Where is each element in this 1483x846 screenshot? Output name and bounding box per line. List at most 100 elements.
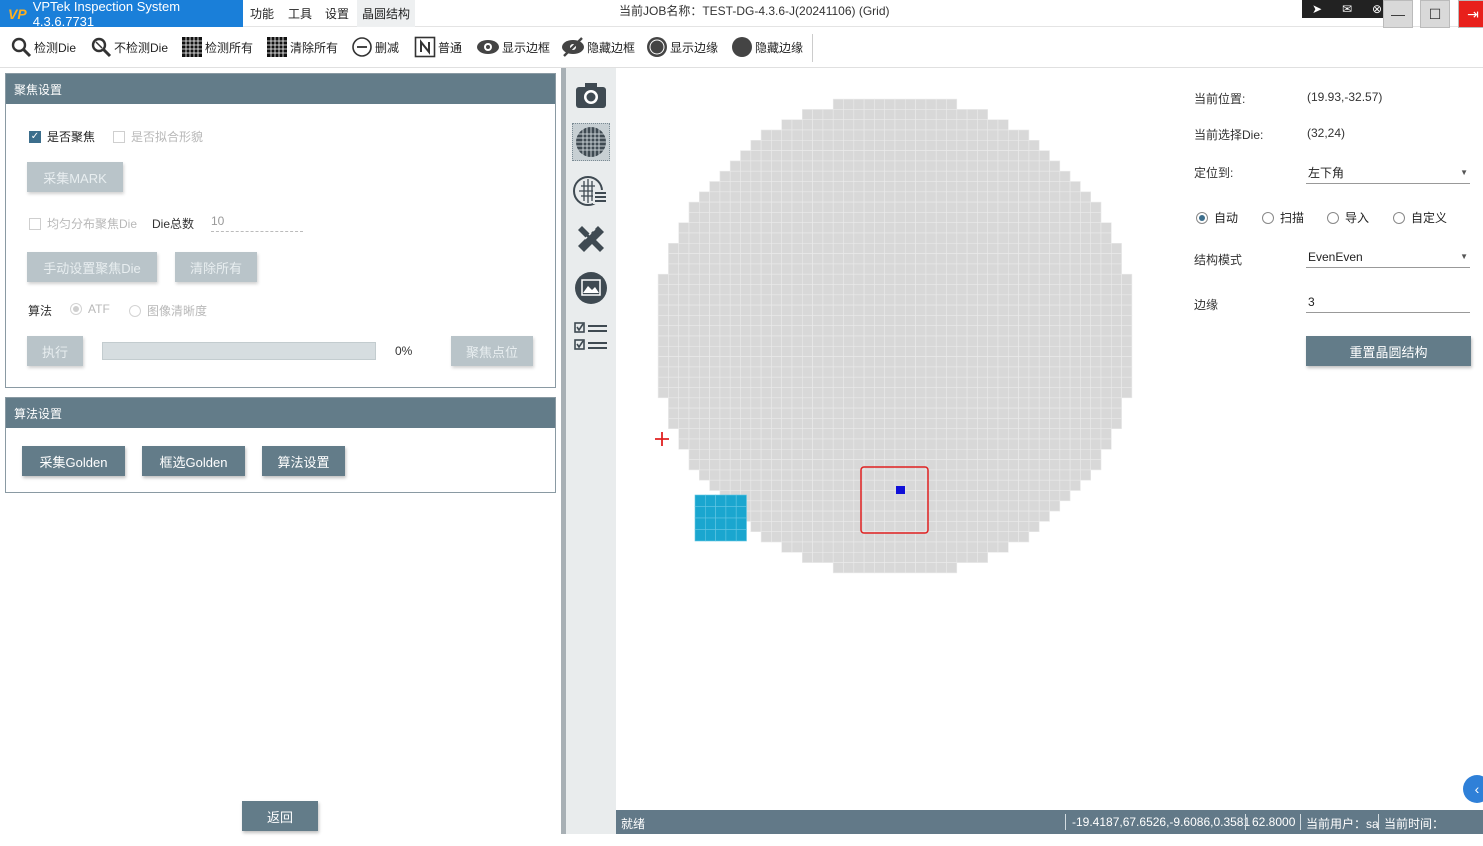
die-cell[interactable] [915,479,927,491]
die-cell[interactable] [812,459,824,471]
die-cell[interactable] [1038,366,1050,378]
die-cell[interactable] [750,356,762,368]
wafer-list-icon[interactable] [572,172,610,210]
die-cell[interactable] [812,397,824,409]
die-cell[interactable] [832,150,844,162]
die-cell[interactable] [915,387,927,399]
die-cell[interactable] [987,490,999,502]
die-cell[interactable] [1080,376,1091,388]
die-cell[interactable] [709,191,721,203]
die-cell[interactable] [822,376,834,388]
die-cell[interactable] [729,459,741,471]
die-cell[interactable] [1018,335,1030,347]
die-cell[interactable] [853,521,865,532]
die-cell[interactable] [863,201,875,213]
die-cell[interactable] [1038,469,1050,481]
die-cell[interactable] [729,232,741,244]
die-cell[interactable] [997,315,1009,326]
die-cell[interactable] [832,284,844,296]
die-cell[interactable] [750,222,762,234]
die-cell[interactable] [678,325,690,337]
die-cell[interactable] [843,263,855,275]
die-cell[interactable] [946,284,958,296]
die-cell[interactable] [781,490,793,502]
die-cell[interactable] [853,438,865,450]
die-cell[interactable] [791,232,803,244]
die-cell[interactable] [987,541,999,553]
die-cell[interactable] [812,243,824,254]
selected-die-cell[interactable] [694,506,706,519]
die-cell[interactable] [997,263,1009,275]
die-cell[interactable] [966,376,978,388]
die-cell[interactable] [802,490,813,502]
die-cell[interactable] [791,294,803,306]
die-cell[interactable] [966,541,978,553]
die-cell[interactable] [1038,438,1050,450]
die-cell[interactable] [863,438,875,450]
die-cell[interactable] [802,335,813,347]
die-cell[interactable] [915,263,927,275]
die-cell[interactable] [904,129,916,141]
die-cell[interactable] [987,335,999,347]
die-cell[interactable] [966,366,978,378]
die-cell[interactable] [1049,335,1061,347]
menu-function[interactable]: 功能 [250,0,274,27]
die-cell[interactable] [781,119,793,131]
die-cell[interactable] [904,201,916,213]
die-cell[interactable] [874,428,885,440]
die-cell[interactable] [709,181,721,193]
die-cell[interactable] [894,170,906,182]
die-cell[interactable] [688,345,700,357]
die-cell[interactable] [791,479,803,491]
die-cell[interactable] [853,98,865,110]
die-cell[interactable] [1028,397,1040,409]
die-cell[interactable] [822,479,834,491]
die-cell[interactable] [760,397,772,409]
die-cell[interactable] [946,541,958,553]
die-cell[interactable] [894,273,906,285]
die-cell[interactable] [750,345,762,357]
die-cell[interactable] [935,438,947,450]
die-cell[interactable] [997,541,1009,553]
die-cell[interactable] [894,551,906,563]
die-cell[interactable] [1069,284,1081,296]
die-cell[interactable] [1049,500,1061,512]
die-cell[interactable] [935,490,947,502]
die-cell[interactable] [1059,448,1071,460]
die-cell[interactable] [1090,459,1102,471]
die-cell[interactable] [956,459,968,471]
die-cell[interactable] [832,109,844,121]
die-cell[interactable] [678,315,690,326]
die-cell[interactable] [760,170,772,182]
die-cell[interactable] [832,160,844,172]
die-cell[interactable] [1059,345,1071,357]
die-cell[interactable] [802,140,813,151]
die-cell[interactable] [729,222,741,234]
die-cell[interactable] [863,232,875,244]
die-cell[interactable] [874,356,885,368]
die-cell[interactable] [977,160,988,172]
die-cell[interactable] [1080,212,1091,223]
die-cell[interactable] [977,345,988,357]
die-cell[interactable] [1018,376,1030,388]
die-cell[interactable] [1018,448,1030,460]
die-cell[interactable] [987,181,999,193]
die-cell[interactable] [832,232,844,244]
die-cell[interactable] [997,521,1009,532]
die-cell[interactable] [1028,418,1040,429]
fit-topography-checkbox[interactable]: 是否拟合形貌 [113,128,203,145]
die-cell[interactable] [977,191,988,203]
die-cell[interactable] [874,521,885,532]
die-cell[interactable] [977,448,988,460]
die-cell[interactable] [750,366,762,378]
die-cell[interactable] [884,469,896,481]
die-cell[interactable] [894,562,906,574]
die-cell[interactable] [956,315,968,326]
die-cell[interactable] [1100,356,1112,368]
die-cell[interactable] [1049,315,1061,326]
die-cell[interactable] [1069,263,1081,275]
die-cell[interactable] [791,170,803,182]
die-cell[interactable] [935,356,947,368]
die-cell[interactable] [740,263,752,275]
die-cell[interactable] [822,263,834,275]
